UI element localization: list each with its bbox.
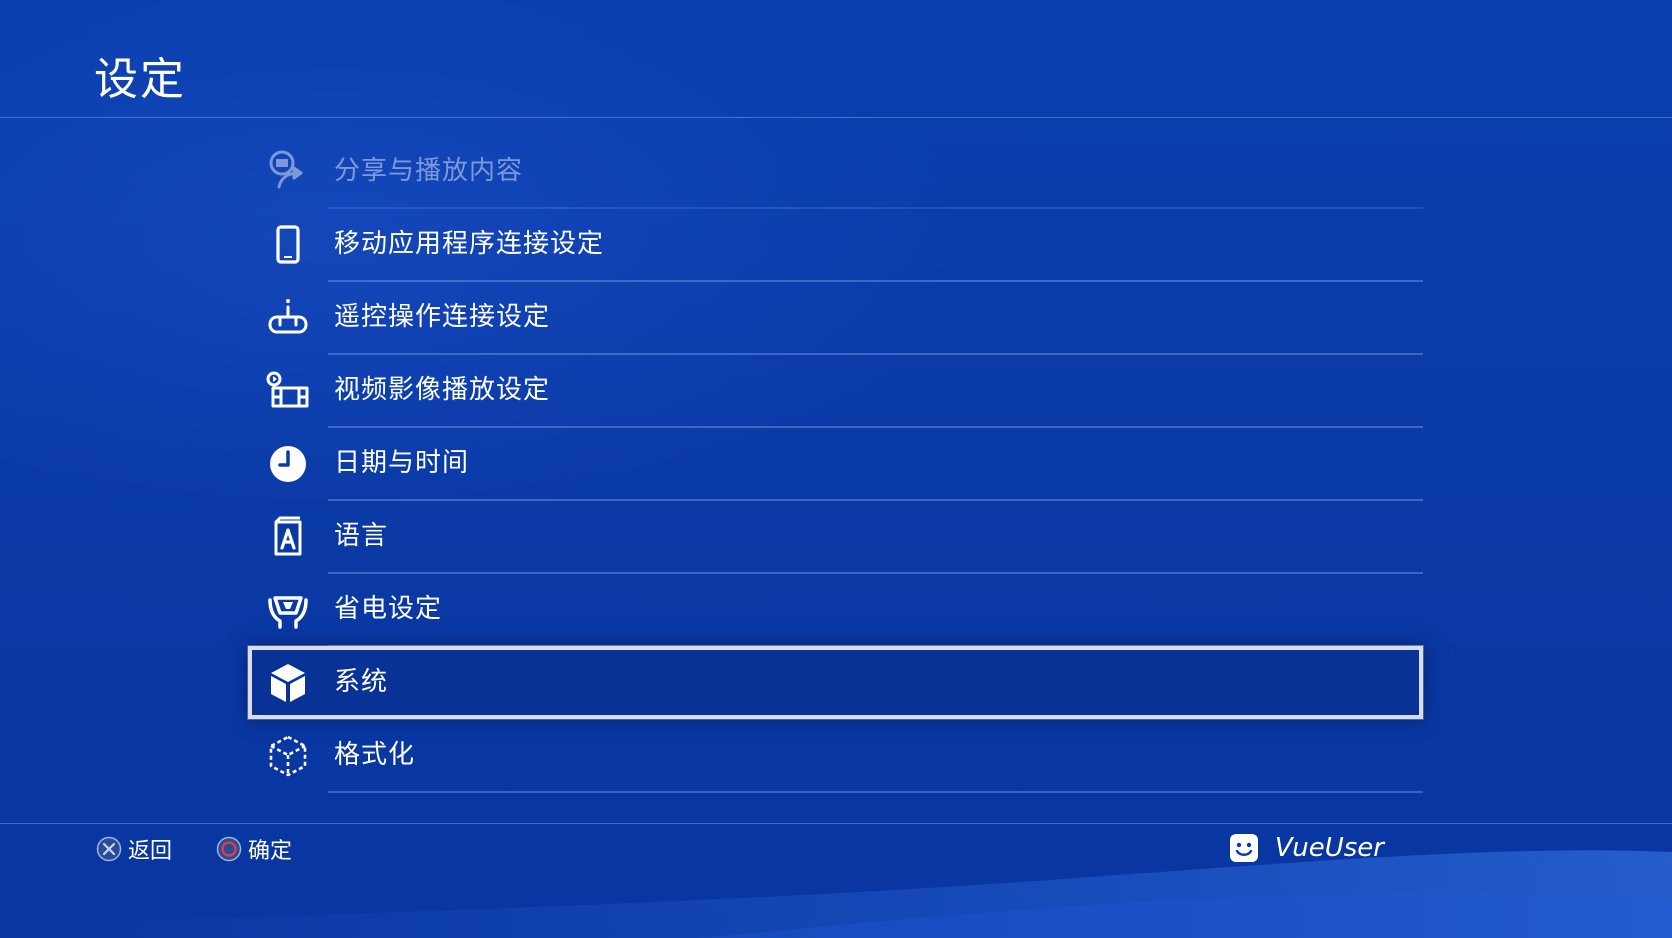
- menu-item-label: 日期与时间: [328, 427, 1423, 501]
- menu-item-mobile-app-connection[interactable]: 移动应用程序连接设定: [248, 208, 1423, 282]
- menu-item-initialize[interactable]: 格式化: [248, 719, 1423, 793]
- settings-menu: 分享与播放内容 移动应用程序连接设定 遥控操作连接设定 视频影像播放设定 日期与…: [248, 135, 1423, 793]
- user-name: VueUser: [1274, 833, 1384, 863]
- user-profile: VueUser: [1229, 830, 1384, 866]
- footer-divider: [0, 823, 1672, 824]
- power-save-icon: [248, 573, 328, 646]
- menu-item-label: 遥控操作连接设定: [328, 281, 1423, 355]
- menu-item-power-save[interactable]: 省电设定: [248, 573, 1423, 647]
- menu-item-remote-play-connection[interactable]: 遥控操作连接设定: [248, 281, 1423, 355]
- cross-button-icon: [96, 836, 122, 862]
- menu-item-label: 省电设定: [328, 573, 1423, 647]
- menu-item-label: 视频影像播放设定: [328, 354, 1423, 428]
- menu-item-label: 格式化: [328, 719, 1423, 793]
- back-hint[interactable]: 返回: [96, 832, 172, 866]
- menu-item-label: 系统: [334, 666, 389, 697]
- smartphone-icon: [248, 208, 328, 281]
- confirm-hint[interactable]: 确定: [216, 832, 292, 866]
- back-label: 返回: [128, 839, 173, 864]
- menu-item-label: 移动应用程序连接设定: [328, 208, 1423, 282]
- system-cube-icon: [248, 646, 328, 719]
- menu-item-label: 语言: [328, 500, 1423, 574]
- menu-item-system[interactable]: 系统: [248, 646, 1423, 719]
- page-title: 设定: [94, 54, 186, 105]
- circle-button-icon: [216, 836, 242, 862]
- menu-item-label: 分享与播放内容: [328, 135, 1423, 209]
- confirm-label: 确定: [248, 839, 293, 864]
- menu-item-date-time[interactable]: 日期与时间: [248, 427, 1423, 501]
- menu-item-video-playback[interactable]: 视频影像播放设定: [248, 354, 1423, 428]
- menu-item-language[interactable]: 语言: [248, 500, 1423, 574]
- header: 设定: [0, 0, 1672, 118]
- clock-icon: [248, 427, 328, 500]
- language-icon: [248, 500, 328, 573]
- smiley-avatar-icon: [1229, 834, 1258, 862]
- initialize-cube-icon: [248, 719, 328, 792]
- menu-item-share-play[interactable]: 分享与播放内容: [248, 135, 1423, 209]
- video-playback-icon: [248, 354, 328, 427]
- remote-play-icon: [248, 281, 328, 354]
- share-play-icon: [248, 135, 328, 208]
